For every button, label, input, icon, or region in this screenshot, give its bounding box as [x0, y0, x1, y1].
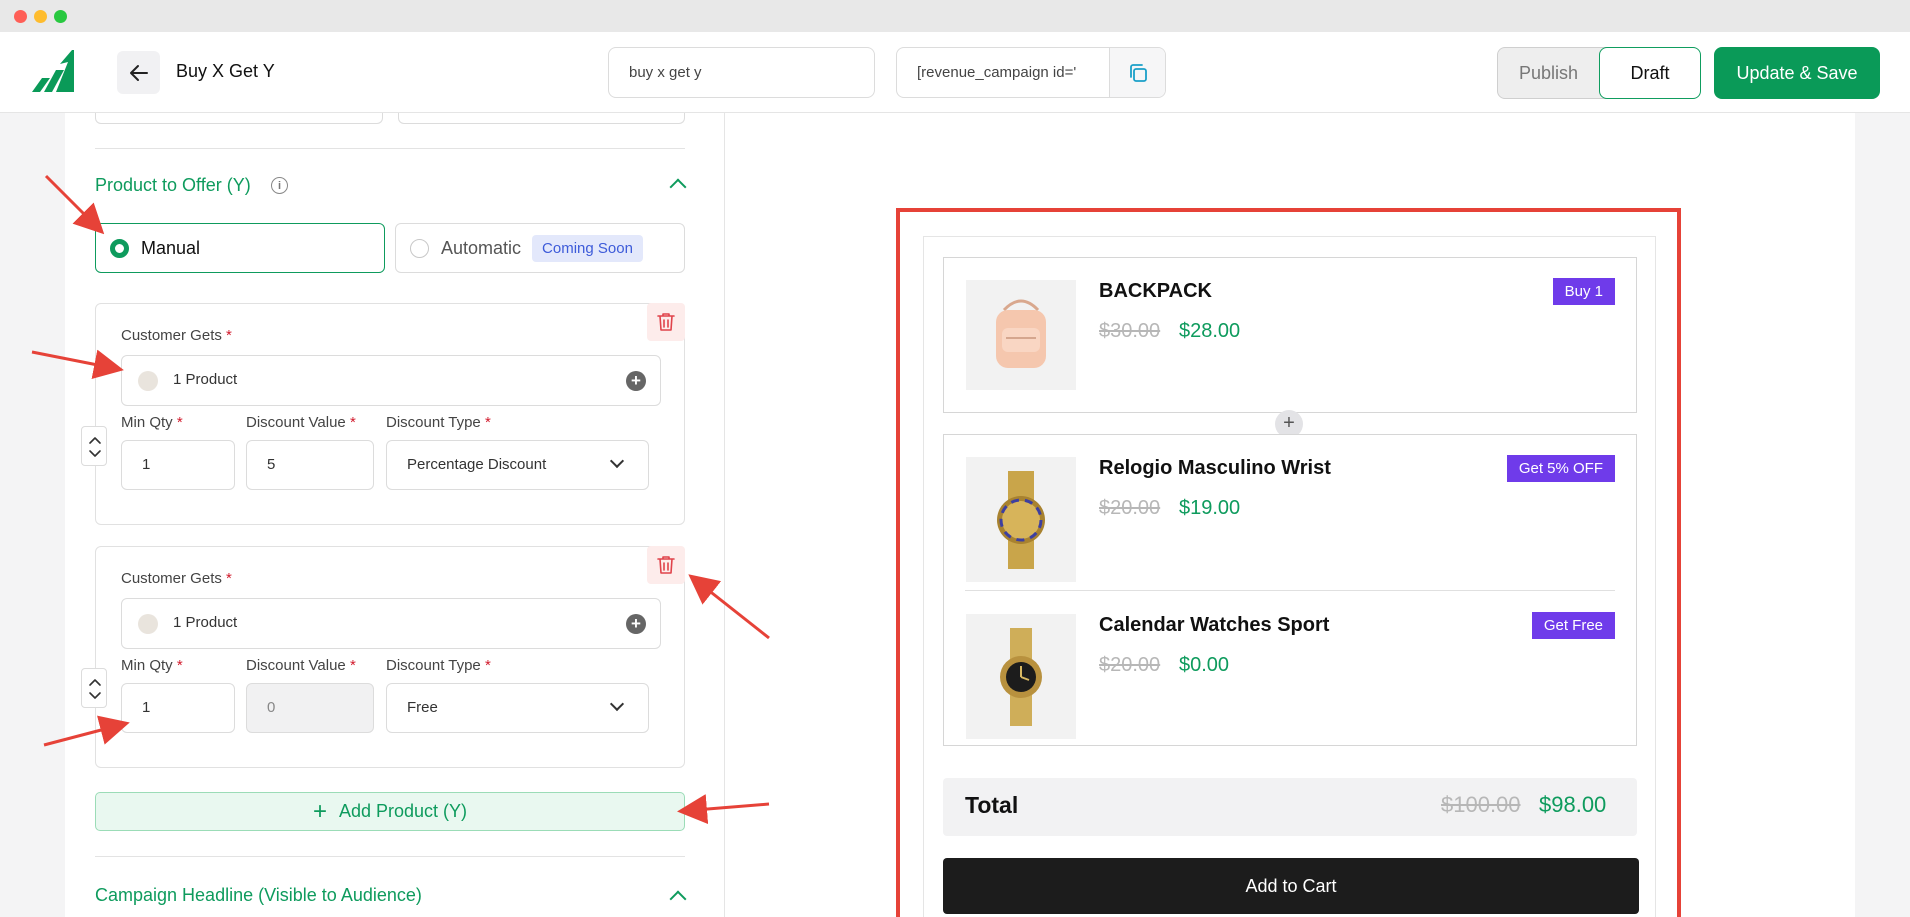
- section-divider: [95, 856, 685, 857]
- product-select[interactable]: 1 Product +: [121, 598, 661, 649]
- headline-section-title[interactable]: Campaign Headline (Visible to Audience): [95, 885, 422, 906]
- add-circle-icon[interactable]: +: [626, 371, 646, 391]
- reorder-handle[interactable]: [81, 668, 107, 708]
- minimize-window-button[interactable]: [34, 10, 47, 23]
- trash-icon: [657, 556, 675, 574]
- min-qty-label: Min Qty *: [121, 657, 183, 674]
- status-toggle: Publish Draft: [1497, 47, 1701, 99]
- back-button[interactable]: [117, 51, 160, 94]
- zoom-window-button[interactable]: [54, 10, 67, 23]
- copy-shortcode-button[interactable]: [1109, 48, 1165, 97]
- discount-type-select[interactable]: Free: [386, 683, 649, 733]
- info-icon[interactable]: i: [271, 177, 288, 194]
- automatic-label: Automatic: [441, 237, 522, 258]
- discount-type-label: Discount Type *: [386, 414, 491, 431]
- update-save-button[interactable]: Update & Save: [1714, 47, 1880, 99]
- discount-type-value: Percentage Discount: [407, 456, 547, 473]
- product-count: 1 Product: [173, 614, 238, 631]
- close-window-button[interactable]: [14, 10, 27, 23]
- preview-highlight-frame: [896, 208, 1681, 917]
- draft-button[interactable]: Draft: [1599, 47, 1701, 99]
- arrow-left-icon: [129, 64, 148, 81]
- add-circle-icon[interactable]: +: [626, 614, 646, 634]
- previous-field[interactable]: [398, 113, 685, 124]
- product-count: 1 Product: [173, 371, 238, 388]
- chevron-down-icon: [609, 696, 625, 712]
- discount-value-input: 0: [246, 683, 374, 733]
- product-thumbnail: [138, 614, 158, 634]
- min-qty-input[interactable]: 1: [121, 440, 235, 490]
- min-qty-label: Min Qty *: [121, 414, 183, 431]
- shortcode-text: [revenue_campaign id=': [917, 64, 1077, 81]
- radio-unselected-icon[interactable]: [410, 238, 429, 258]
- plus-icon: +: [312, 797, 327, 825]
- discount-type-select[interactable]: Percentage Discount: [386, 440, 649, 490]
- reorder-handle[interactable]: [81, 426, 107, 466]
- product-thumbnail: [138, 371, 158, 391]
- coming-soon-badge: Coming Soon: [532, 234, 643, 262]
- customer-gets-label: Customer Gets *: [121, 327, 232, 344]
- product-select[interactable]: 1 Product +: [121, 355, 661, 406]
- customer-gets-label: Customer Gets *: [121, 570, 232, 587]
- discount-value-label: Discount Value *: [246, 414, 356, 431]
- previous-field[interactable]: [95, 113, 383, 124]
- sort-icon: [89, 437, 101, 457]
- radio-selected-icon[interactable]: [110, 238, 129, 258]
- add-product-label: Add Product (Y): [338, 801, 468, 821]
- min-qty-input[interactable]: 1: [121, 683, 235, 733]
- discount-type-value: Free: [407, 699, 438, 716]
- trash-icon: [657, 313, 675, 331]
- page-title: Buy X Get Y: [176, 61, 275, 81]
- shortcode-field[interactable]: [revenue_campaign id=': [896, 47, 1166, 98]
- app-window: Buy X Get Y [revenue_campaign id=' Publi…: [0, 32, 1910, 917]
- app-logo-icon: [32, 50, 74, 92]
- manual-option[interactable]: Manual: [95, 223, 385, 273]
- discount-type-label: Discount Type *: [386, 657, 491, 674]
- top-header: Buy X Get Y [revenue_campaign id=' Publi…: [0, 32, 1910, 113]
- sort-icon: [89, 679, 101, 699]
- add-product-button[interactable]: + Add Product (Y): [95, 792, 685, 831]
- delete-offer-item-button[interactable]: [647, 546, 685, 584]
- publish-button[interactable]: Publish: [1498, 48, 1599, 98]
- discount-value-label: Discount Value *: [246, 657, 356, 674]
- chevron-down-icon: [609, 453, 625, 469]
- section-divider: [95, 148, 685, 149]
- window-titlebar: [0, 0, 1910, 32]
- copy-icon: [1129, 63, 1147, 82]
- offer-item-card: Customer Gets * 1 Product + Min Qty * Di…: [95, 546, 685, 768]
- automatic-option[interactable]: Automatic Coming Soon: [395, 223, 685, 273]
- delete-offer-item-button[interactable]: [647, 303, 685, 341]
- campaign-name-input[interactable]: [608, 47, 875, 98]
- offer-item-card: Customer Gets * 1 Product + Min Qty * Di…: [95, 303, 685, 525]
- offer-section-title[interactable]: Product to Offer (Y): [95, 175, 251, 196]
- manual-label: Manual: [141, 237, 201, 258]
- discount-value-input[interactable]: 5: [246, 440, 374, 490]
